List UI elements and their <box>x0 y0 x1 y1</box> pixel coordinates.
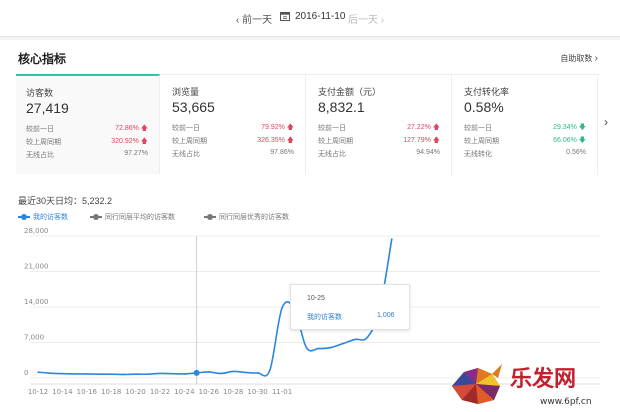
data-point <box>354 338 357 341</box>
tooltip-value: 1,006 <box>377 312 395 319</box>
x-tick-label: 10-28 <box>223 388 243 396</box>
data-point <box>342 342 344 345</box>
y-tick-label: 28,000 <box>24 227 49 235</box>
data-point <box>244 371 247 374</box>
data-point <box>366 336 369 339</box>
data-point <box>73 373 76 375</box>
data-point <box>159 372 161 375</box>
tooltip-label: 我的访客数 <box>307 314 342 321</box>
bull-logo-icon <box>452 364 502 404</box>
data-point <box>268 369 271 372</box>
x-tick-label: 10-16 <box>77 388 98 396</box>
tooltip-date: 10-25 <box>307 295 325 302</box>
chart-tooltip: 10-25 我的访客数 1,006 <box>290 284 410 330</box>
x-tick-label: 10-14 <box>52 388 73 396</box>
visitors-line-chart: 07,00014,00021,00028,00010-12 10-14 10-16 1… <box>24 227 600 396</box>
data-point <box>171 372 174 375</box>
data-point <box>183 373 186 375</box>
data-point <box>134 373 137 376</box>
data-point <box>390 238 393 240</box>
data-point <box>220 372 222 375</box>
y-tick-label: 21,000 <box>24 263 49 271</box>
x-tick-label: 11-01 <box>272 388 292 396</box>
watermark-brand: 乐发网 <box>510 366 576 392</box>
data-point <box>49 372 52 375</box>
data-point <box>98 373 100 376</box>
x-tick-label: 10-24 <box>174 388 195 396</box>
data-point <box>122 373 125 376</box>
y-tick-label: 0 <box>24 369 28 377</box>
data-point <box>110 373 113 376</box>
x-tick-label: 10-12 <box>28 388 48 396</box>
data-point <box>317 347 320 350</box>
x-tick-label: 10-26 <box>199 388 220 396</box>
hover-point <box>193 369 200 376</box>
data-point <box>146 373 149 376</box>
y-tick-label: 7,000 <box>24 334 44 342</box>
data-point <box>61 372 64 375</box>
x-tick-label: 10-20 <box>125 388 145 396</box>
x-tick-label: 10-22 <box>150 388 170 396</box>
x-tick-label: 10-30 <box>247 388 267 396</box>
data-point <box>85 373 88 375</box>
y-tick-label: 14,000 <box>24 298 49 306</box>
data-point <box>305 346 308 349</box>
watermark-url: www.6pf.cn <box>540 397 592 407</box>
data-point <box>232 370 235 373</box>
data-point <box>37 371 39 374</box>
watermark-logo: 乐发网 www.6pf.cn <box>452 364 592 407</box>
data-point <box>207 371 210 373</box>
x-tick-label: 10-18 <box>101 388 121 396</box>
data-point <box>281 307 283 309</box>
data-point <box>329 346 332 349</box>
data-point <box>256 372 259 374</box>
